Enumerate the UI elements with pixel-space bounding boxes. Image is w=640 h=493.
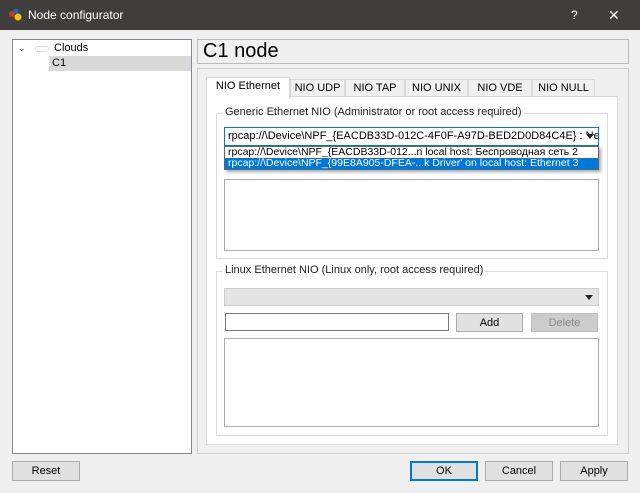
window-title: Node configurator <box>28 8 124 22</box>
tab-nio-tap[interactable]: NIO TAP <box>345 79 405 97</box>
chevron-down-icon <box>586 134 594 139</box>
tree-item-clouds[interactable]: Clouds <box>54 42 88 54</box>
add-button[interactable]: Add <box>456 313 523 332</box>
linux-interface-input[interactable] <box>225 313 449 331</box>
generic-selected-value: rpcap://\Device\NPF_{EACDB33D-012C-4F0F-… <box>228 130 599 142</box>
cloud-icon <box>35 46 49 52</box>
tab-nio-null[interactable]: NIO NULL <box>532 79 595 97</box>
generic-group-label: Generic Ethernet NIO (Administrator or r… <box>223 106 524 118</box>
dropdown-option[interactable]: rpcap://\Device\NPF_{EACDB33D-012...n lo… <box>225 147 598 158</box>
tab-nio-udp[interactable]: NIO UDP <box>290 79 345 97</box>
tab-nio-ethernet[interactable]: NIO Ethernet <box>206 77 290 98</box>
tab-nio-unix[interactable]: NIO UNIX <box>405 79 468 97</box>
generic-dropdown-list[interactable]: rpcap://\Device\NPF_{EACDB33D-012...n lo… <box>224 146 599 170</box>
close-button[interactable]: ✕ <box>608 7 620 24</box>
chevron-down-icon[interactable]: ⌄ <box>18 43 26 54</box>
tree-item-c1-label: C1 <box>52 57 67 69</box>
linux-interface-select[interactable] <box>224 288 599 306</box>
generic-nio-list[interactable] <box>224 179 599 251</box>
ok-button[interactable]: OK <box>410 461 478 481</box>
title-bar: Node configurator ? ✕ <box>0 0 640 30</box>
node-tree[interactable]: ⌄ Clouds C1 <box>12 39 192 454</box>
apply-button[interactable]: Apply <box>560 461 628 481</box>
chevron-down-icon <box>585 295 593 300</box>
tab-nio-vde[interactable]: NIO VDE <box>468 79 532 97</box>
app-icon <box>9 8 22 21</box>
tree-item-c1[interactable]: C1 <box>49 56 191 71</box>
node-title-box: C1 node <box>197 39 629 64</box>
help-button[interactable]: ? <box>571 8 578 22</box>
cancel-button[interactable]: Cancel <box>485 461 553 481</box>
reset-button[interactable]: Reset <box>12 461 80 481</box>
linux-group-label: Linux Ethernet NIO (Linux only, root acc… <box>223 264 486 276</box>
generic-interface-select[interactable]: rpcap://\Device\NPF_{EACDB33D-012C-4F0F-… <box>224 127 599 146</box>
delete-button[interactable]: Delete <box>531 313 598 332</box>
dropdown-option-highlighted[interactable]: rpcap://\Device\NPF_{99E8A905-DFEA-...k … <box>225 158 598 169</box>
linux-nio-list[interactable] <box>224 338 599 427</box>
page-title: C1 node <box>203 40 279 62</box>
